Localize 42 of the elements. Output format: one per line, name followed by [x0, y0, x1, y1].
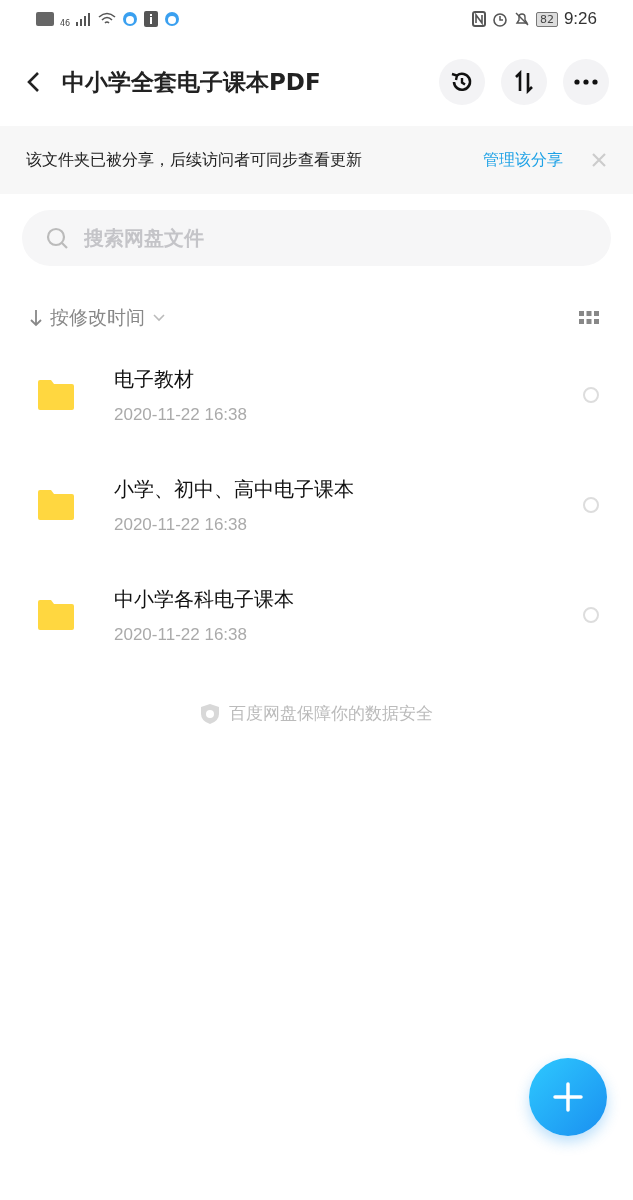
search-icon: [46, 227, 68, 249]
sort-toggle-button[interactable]: [501, 59, 547, 105]
folder-icon: [38, 490, 74, 520]
back-icon[interactable]: [26, 71, 40, 93]
grid-view-icon[interactable]: [579, 311, 599, 325]
modified-date: 2020-11-22 16:38: [114, 404, 248, 425]
modified-date: 2020-11-22 16:38: [114, 624, 248, 645]
security-note: 百度网盘保障你的数据安全: [228, 702, 433, 725]
more-button[interactable]: [563, 59, 609, 105]
wifi-icon: [98, 12, 117, 26]
folder-name: 小学、初中、高中电子课本: [114, 475, 355, 503]
folder-row[interactable]: 小学、初中、高中电子课本 2020-11-22 16:38: [0, 450, 633, 560]
select-radio[interactable]: [583, 607, 599, 623]
folder-row[interactable]: 电子教材 2020-11-22 16:38: [0, 340, 633, 450]
clock-time: 9:26: [563, 9, 597, 29]
app-icon: [122, 11, 139, 27]
more-icon: [574, 79, 598, 85]
modified-date: 2020-11-22 16:38: [114, 514, 248, 535]
muted-bell-icon: [513, 11, 530, 27]
info-icon: [144, 11, 159, 27]
battery-indicator: 82: [535, 11, 558, 27]
folder-icon: [38, 600, 74, 630]
select-radio[interactable]: [583, 387, 599, 403]
plus-icon: [553, 1082, 583, 1112]
down-arrow-icon: [30, 309, 42, 327]
folder-name: 电子教材: [114, 365, 195, 393]
network-label: 46: [60, 18, 71, 28]
app-icon: [164, 11, 181, 27]
signal-icon: [76, 12, 93, 26]
sort-dropdown[interactable]: 按修改时间: [30, 305, 165, 331]
folder-row[interactable]: 中小学各科电子课本 2020-11-22 16:38: [0, 560, 633, 670]
folder-title: 中小学全套电子课本PDF: [62, 67, 322, 97]
folder-name: 中小学各科电子课本: [114, 585, 295, 613]
history-button[interactable]: [439, 59, 485, 105]
nfc-icon: [471, 11, 486, 27]
share-message: 该文件夹已被分享，后续访问者可同步查看更新: [26, 149, 363, 171]
add-button[interactable]: [529, 1058, 607, 1136]
alarm-icon: [491, 11, 508, 27]
folder-icon: [38, 380, 74, 410]
caret-icon: [153, 314, 165, 322]
select-radio[interactable]: [583, 497, 599, 513]
shield-icon: [200, 703, 219, 724]
